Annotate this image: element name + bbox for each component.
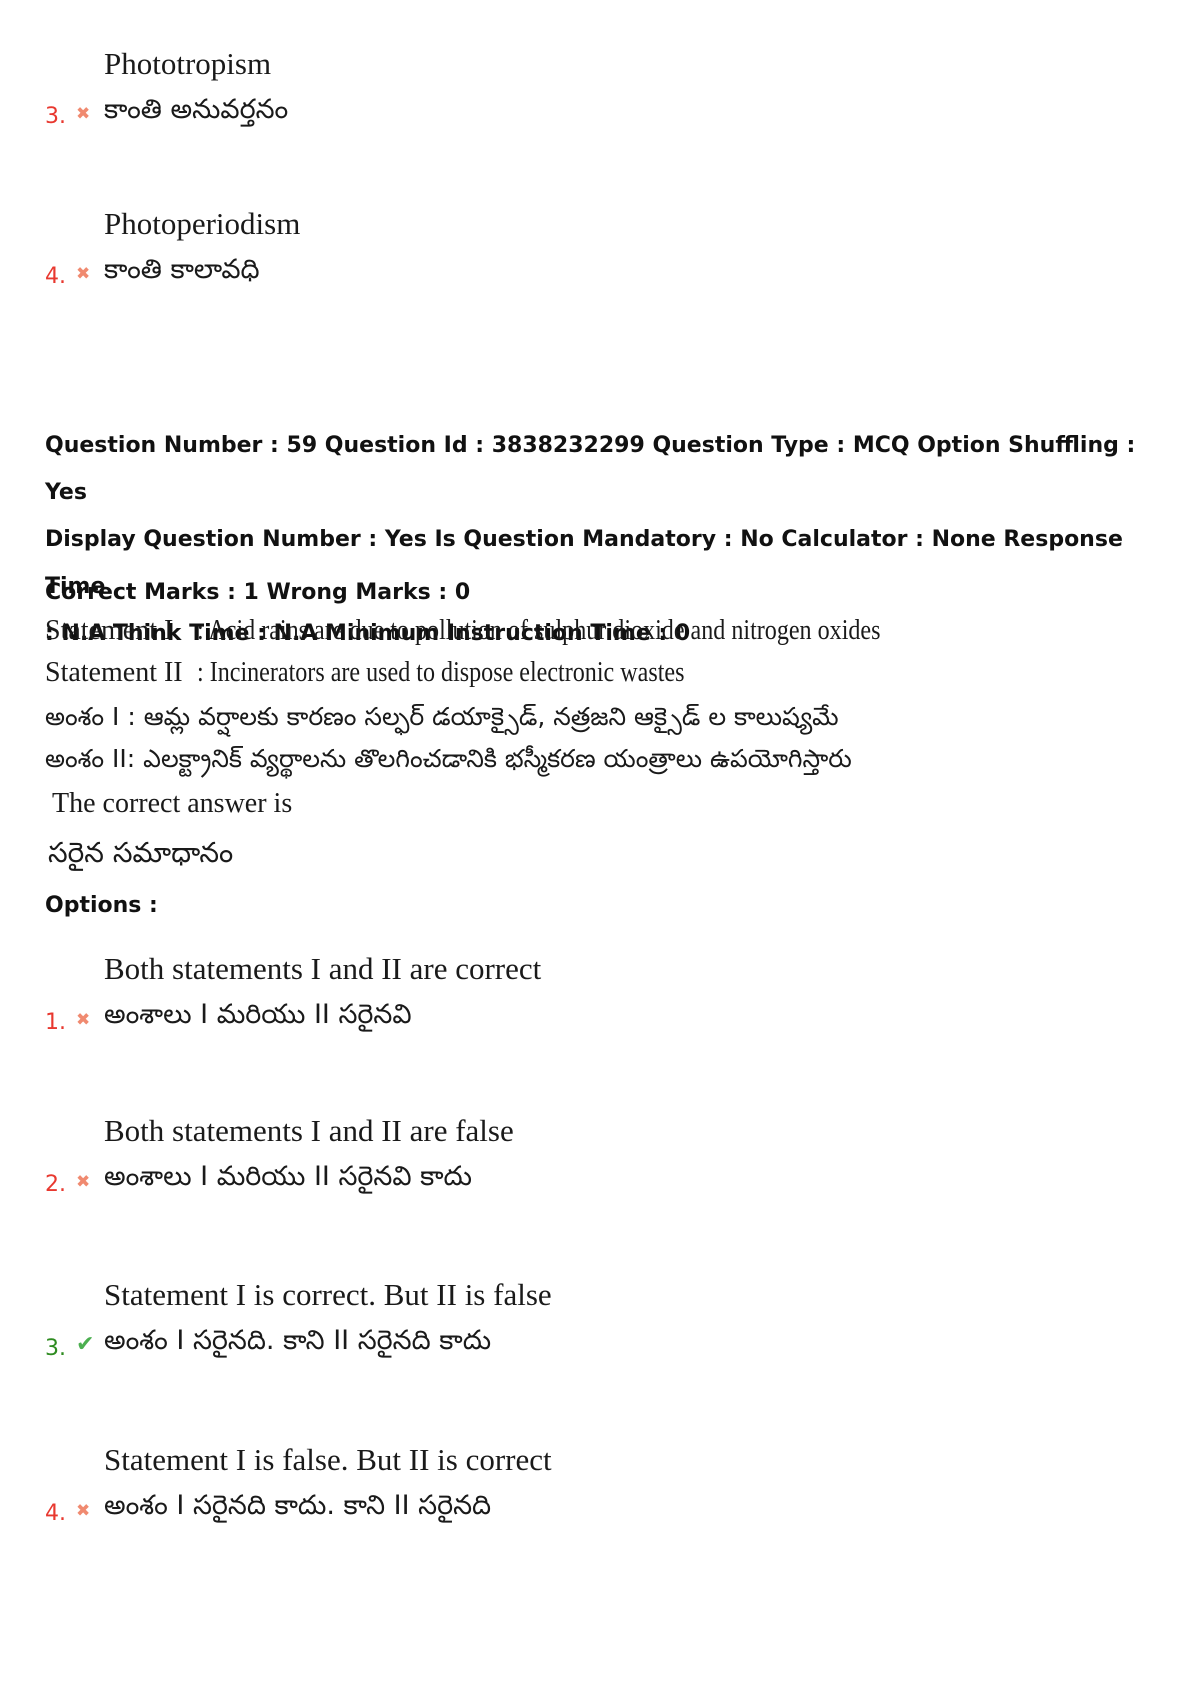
option-english-text: Statement I is false. But II is correct [104,1442,552,1477]
option-telugu-text: అంశాలు I మరియు II సరైనవి కాదు [104,1161,472,1192]
option-3: Statement I is correct. But II is false … [0,1271,1190,1391]
option-number: 3. [45,1336,66,1361]
telugu-statement-1: అంశం I : ఆమ్ల వర్షాలకు కారణం సల్ఫర్ డయాక… [45,702,839,731]
option-english-text: Both statements I and II are false [104,1113,514,1148]
question-marks: Correct Marks : 1 Wrong Marks : 0 [45,580,471,605]
wrong-cross-icon: ✖ [76,104,91,124]
option-english-text: Phototropism [104,46,272,81]
option-4: Statement I is false. But II is correct … [0,1436,1190,1556]
previous-option-4: Photoperiodism 4. ✖ కాంతి కాలావధి [0,200,1190,320]
statement-1-text: : Acid rains are due to pollution of sul… [197,615,881,646]
question-paper-page: Phototropism 3. ✖ కాంతి అనువర్తనం Photop… [0,0,1190,1684]
options-label: Options : [45,893,158,918]
option-number: 4. [45,264,66,289]
telugu-statement-2: అంశం II: ఎలక్ట్రానిక్ వ్యర్థాలను తొలగించ… [45,744,852,773]
wrong-cross-icon: ✖ [76,1172,91,1192]
option-2: Both statements I and II are false 2. ✖ … [0,1107,1190,1227]
correct-answer-telugu: సరైన సమాధానం [48,836,234,869]
wrong-cross-icon: ✖ [76,1501,91,1521]
option-english-text: Both statements I and II are correct [104,951,542,986]
correct-check-icon: ✔ [76,1332,95,1357]
correct-answer-english: The correct answer is [52,788,293,819]
wrong-cross-icon: ✖ [76,264,91,284]
option-number: 3. [45,104,66,129]
option-english-text: Statement I is correct. But II is false [104,1277,552,1312]
option-english-text: Photoperiodism [104,206,301,241]
option-telugu-text: అంశం I సరైనది. కాని II సరైనది కాదు [104,1325,492,1356]
question-meta-line-1: Question Number : 59 Question Id : 38382… [45,433,1136,505]
option-telugu-text: కాంతి అనువర్తనం [104,94,289,125]
option-telugu-text: అంశాలు I మరియు II సరైనవి [104,999,412,1030]
statement-2-label: Statement II [45,657,183,688]
option-number: 1. [45,1010,66,1035]
previous-option-3: Phototropism 3. ✖ కాంతి అనువర్తనం [0,40,1190,160]
option-telugu-text: కాంతి కాలావధి [104,254,260,285]
wrong-cross-icon: ✖ [76,1010,91,1030]
option-number: 2. [45,1172,66,1197]
option-telugu-text: అంశం I సరైనది కాదు. కాని II సరైనది [104,1490,492,1521]
option-1: Both statements I and II are correct 1. … [0,945,1190,1065]
statement-1-label: Statement I [45,615,174,646]
option-number: 4. [45,1501,66,1526]
statement-2-text: : Incinerators are used to dispose elect… [197,657,685,688]
